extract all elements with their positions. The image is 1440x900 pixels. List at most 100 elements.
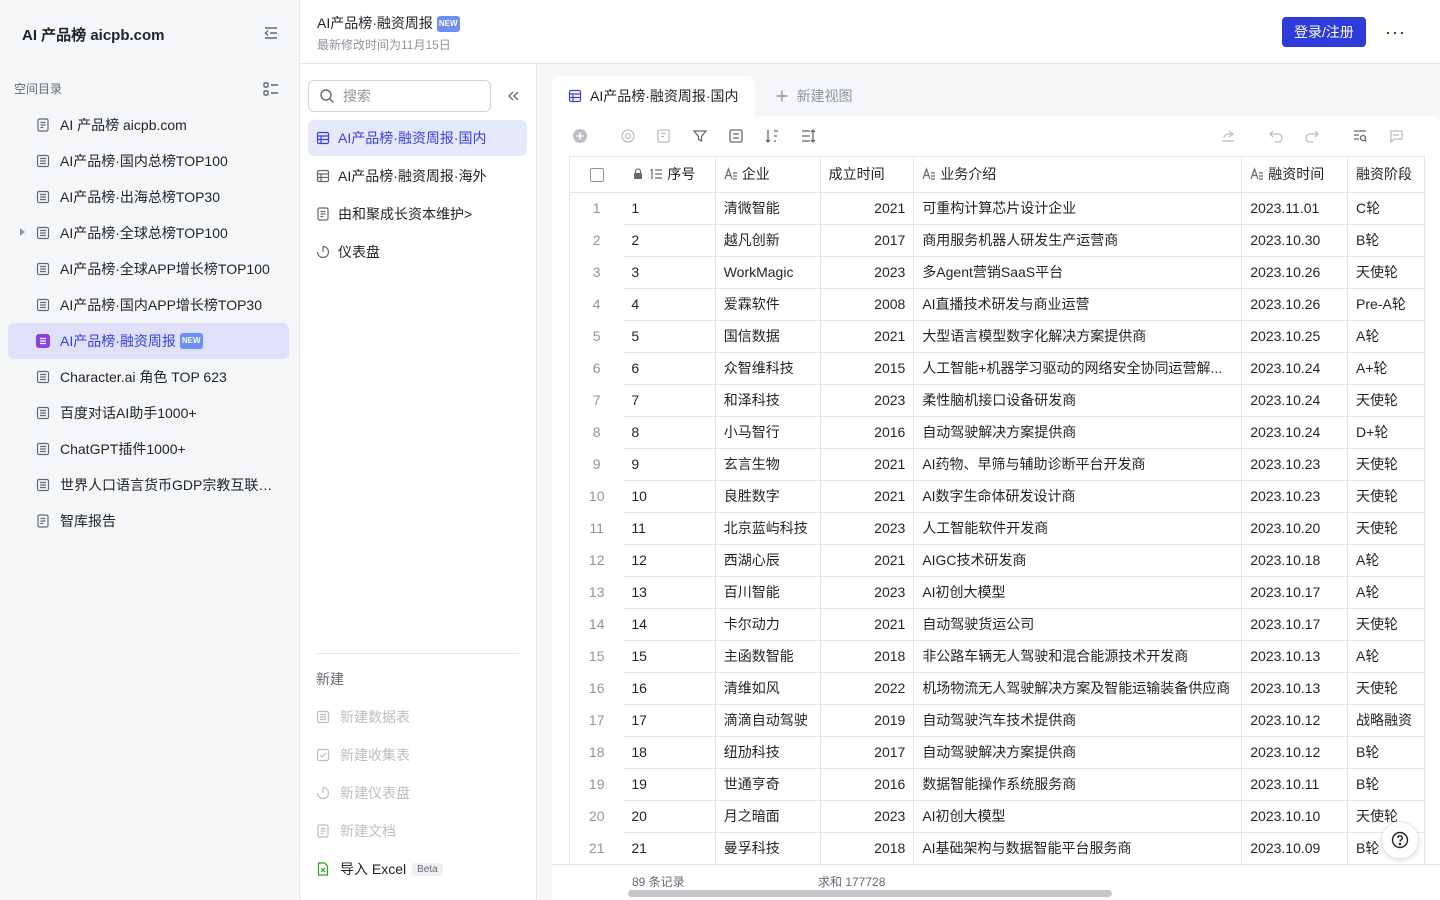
filter-icon[interactable] xyxy=(692,128,708,144)
founded-cell[interactable]: 2017 xyxy=(820,736,915,769)
company-cell[interactable]: 众智维科技 xyxy=(715,352,821,385)
funding-date-cell[interactable]: 2023.10.09 xyxy=(1241,832,1349,864)
company-cell[interactable]: 世通亨奇 xyxy=(715,768,821,801)
table-row[interactable]: 21 21 曼孚科技 2018 AI基础架构与数据智能平台服务商 2023.10.09 B轮 xyxy=(570,832,1425,864)
table-row[interactable]: 3 3 WorkMagic 2023 多Agent营销SaaS平台 2023.10.26 天… xyxy=(570,256,1425,289)
column-header-funding-date[interactable]: 融资时间 xyxy=(1241,157,1349,193)
business-cell[interactable]: AI数字生命体研发设计商 xyxy=(913,480,1243,513)
funding-stage-cell[interactable]: 天使轮 xyxy=(1347,256,1425,289)
funding-date-cell[interactable]: 2023.10.24 xyxy=(1241,416,1349,449)
company-cell[interactable]: 百川智能 xyxy=(715,576,821,609)
founded-cell[interactable]: 2023 xyxy=(820,800,915,833)
company-cell[interactable]: 曼孚科技 xyxy=(715,832,821,864)
sidebar-item-funding-weekly[interactable]: AI产品榜·融资周报 NEW xyxy=(8,323,289,359)
seq-cell[interactable]: 5 xyxy=(623,320,716,353)
company-cell[interactable]: 主函数智能 xyxy=(715,640,821,673)
business-cell[interactable]: AI基础架构与数据智能平台服务商 xyxy=(913,832,1243,864)
company-cell[interactable]: 国信数据 xyxy=(715,320,821,353)
funding-stage-cell[interactable]: 天使轮 xyxy=(1347,512,1425,545)
funding-date-cell[interactable]: 2023.10.26 xyxy=(1241,288,1349,321)
business-cell[interactable]: 多Agent营销SaaS平台 xyxy=(913,256,1243,289)
company-cell[interactable]: 北京蓝屿科技 xyxy=(715,512,821,545)
seq-cell[interactable]: 16 xyxy=(623,672,716,705)
founded-cell[interactable]: 2023 xyxy=(820,256,915,289)
help-button[interactable] xyxy=(1381,821,1419,859)
table-row[interactable]: 1 1 清微智能 2021 可重构计算芯片设计企业 2023.11.01 C轮 xyxy=(570,192,1425,225)
seq-cell[interactable]: 8 xyxy=(623,416,716,449)
table-row[interactable]: 2 2 越凡创新 2017 商用服务机器人研发生产运营商 2023.10.30 B轮 xyxy=(570,224,1425,257)
company-cell[interactable]: 清微智能 xyxy=(715,192,821,225)
funding-stage-cell[interactable]: A轮 xyxy=(1347,640,1425,673)
column-header-funding-stage[interactable]: 融资阶段 xyxy=(1347,157,1425,193)
seq-cell[interactable]: 3 xyxy=(623,256,716,289)
add-record-icon[interactable] xyxy=(572,128,588,144)
collapse-panel-icon[interactable] xyxy=(505,88,521,104)
business-cell[interactable]: 柔性脑机接口设备研发商 xyxy=(913,384,1243,417)
seq-cell[interactable]: 20 xyxy=(623,800,716,833)
table-row[interactable]: 10 10 良胜数字 2021 AI数字生命体研发设计商 2023.10.23 天使轮 xyxy=(570,480,1425,513)
founded-cell[interactable]: 2022 xyxy=(820,672,915,705)
founded-cell[interactable]: 2016 xyxy=(820,768,915,801)
row-height-icon[interactable] xyxy=(800,128,816,144)
seq-cell[interactable]: 17 xyxy=(623,704,716,737)
funding-date-cell[interactable]: 2023.10.13 xyxy=(1241,672,1349,705)
funding-stage-cell[interactable]: 天使轮 xyxy=(1347,672,1425,705)
table-row[interactable]: 14 14 卡尔动力 2021 自动驾驶货运公司 2023.10.17 天使轮 xyxy=(570,608,1425,641)
column-header-company[interactable]: 企业 xyxy=(715,157,821,193)
business-cell[interactable]: 数据智能操作系统服务商 xyxy=(913,768,1243,801)
new-form-button[interactable]: 新建收集表 xyxy=(316,736,526,774)
company-cell[interactable]: 越凡创新 xyxy=(715,224,821,257)
funding-date-cell[interactable]: 2023.10.24 xyxy=(1241,384,1349,417)
funding-stage-cell[interactable]: A轮 xyxy=(1347,544,1425,577)
view-item-dashboard[interactable]: 仪表盘 xyxy=(308,234,527,270)
share-icon[interactable] xyxy=(1220,128,1236,144)
table-row[interactable]: 12 12 西湖心辰 2021 AIGC技术研发商 2023.10.18 A轮 xyxy=(570,544,1425,577)
column-header-seq[interactable]: 序号 xyxy=(623,157,716,193)
table-row[interactable]: 11 11 北京蓝屿科技 2023 人工智能软件开发商 2023.10.20 天使轮 xyxy=(570,512,1425,545)
founded-cell[interactable]: 2023 xyxy=(820,512,915,545)
company-cell[interactable]: 良胜数字 xyxy=(715,480,821,513)
funding-date-cell[interactable]: 2023.10.11 xyxy=(1241,768,1349,801)
business-cell[interactable]: AI直播技术研发与商业运营 xyxy=(913,288,1243,321)
seq-cell[interactable]: 13 xyxy=(623,576,716,609)
seq-cell[interactable]: 4 xyxy=(623,288,716,321)
business-cell[interactable]: 可重构计算芯片设计企业 xyxy=(913,192,1243,225)
table-row[interactable]: 17 17 滴滴自动驾驶 2019 自动驾驶汽车技术提供商 2023.10.12 战略融资 xyxy=(570,704,1425,737)
business-cell[interactable]: AIGC技术研发商 xyxy=(913,544,1243,577)
collapse-sidebar-icon[interactable] xyxy=(262,24,280,42)
funding-date-cell[interactable]: 2023.10.17 xyxy=(1241,608,1349,641)
funding-date-cell[interactable]: 2023.10.20 xyxy=(1241,512,1349,545)
tab-domestic-view[interactable]: AI产品榜·融资周报·国内 xyxy=(552,76,755,116)
seq-cell[interactable]: 15 xyxy=(623,640,716,673)
funding-stage-cell[interactable]: B轮 xyxy=(1347,768,1425,801)
table-row[interactable]: 6 6 众智维科技 2015 人工智能+机器学习驱动的网络安全协同运营解... 2023.… xyxy=(570,352,1425,385)
seq-cell[interactable]: 11 xyxy=(623,512,716,545)
select-all-cell[interactable] xyxy=(570,157,624,193)
new-dashboard-button[interactable]: 新建仪表盘 xyxy=(316,774,526,812)
founded-cell[interactable]: 2021 xyxy=(820,480,915,513)
sidebar-item-domestic-app-growth[interactable]: AI产品榜·国内APP增长榜TOP30 xyxy=(8,287,289,323)
funding-stage-cell[interactable]: A+轮 xyxy=(1347,352,1425,385)
founded-cell[interactable]: 2021 xyxy=(820,192,915,225)
funding-stage-cell[interactable]: 天使轮 xyxy=(1347,480,1425,513)
business-cell[interactable]: 自动驾驶解决方案提供商 xyxy=(913,736,1243,769)
founded-cell[interactable]: 2016 xyxy=(820,416,915,449)
business-cell[interactable]: AI初创大模型 xyxy=(913,800,1243,833)
seq-cell[interactable]: 14 xyxy=(623,608,716,641)
seq-cell[interactable]: 19 xyxy=(623,768,716,801)
seq-cell[interactable]: 9 xyxy=(623,448,716,481)
sidebar-item-global-top100[interactable]: AI产品榜·全球总榜TOP100 xyxy=(8,215,289,251)
table-row[interactable]: 8 8 小马智行 2016 自动驾驶解决方案提供商 2023.10.24 D+轮 xyxy=(570,416,1425,449)
seq-cell[interactable]: 2 xyxy=(623,224,716,257)
funding-stage-cell[interactable]: D+轮 xyxy=(1347,416,1425,449)
funding-stage-cell[interactable]: 天使轮 xyxy=(1347,448,1425,481)
company-cell[interactable]: 纽劢科技 xyxy=(715,736,821,769)
funding-date-cell[interactable]: 2023.10.17 xyxy=(1241,576,1349,609)
table-row[interactable]: 15 15 主函数智能 2018 非公路车辆无人驾驶和混合能源技术开发商 2023.10.… xyxy=(570,640,1425,673)
funding-stage-cell[interactable]: 天使轮 xyxy=(1347,608,1425,641)
login-register-button[interactable]: 登录/注册 xyxy=(1282,17,1366,47)
funding-stage-cell[interactable]: C轮 xyxy=(1347,192,1425,225)
funding-date-cell[interactable]: 2023.10.23 xyxy=(1241,448,1349,481)
redo-icon[interactable] xyxy=(1304,128,1320,144)
seq-cell[interactable]: 10 xyxy=(623,480,716,513)
